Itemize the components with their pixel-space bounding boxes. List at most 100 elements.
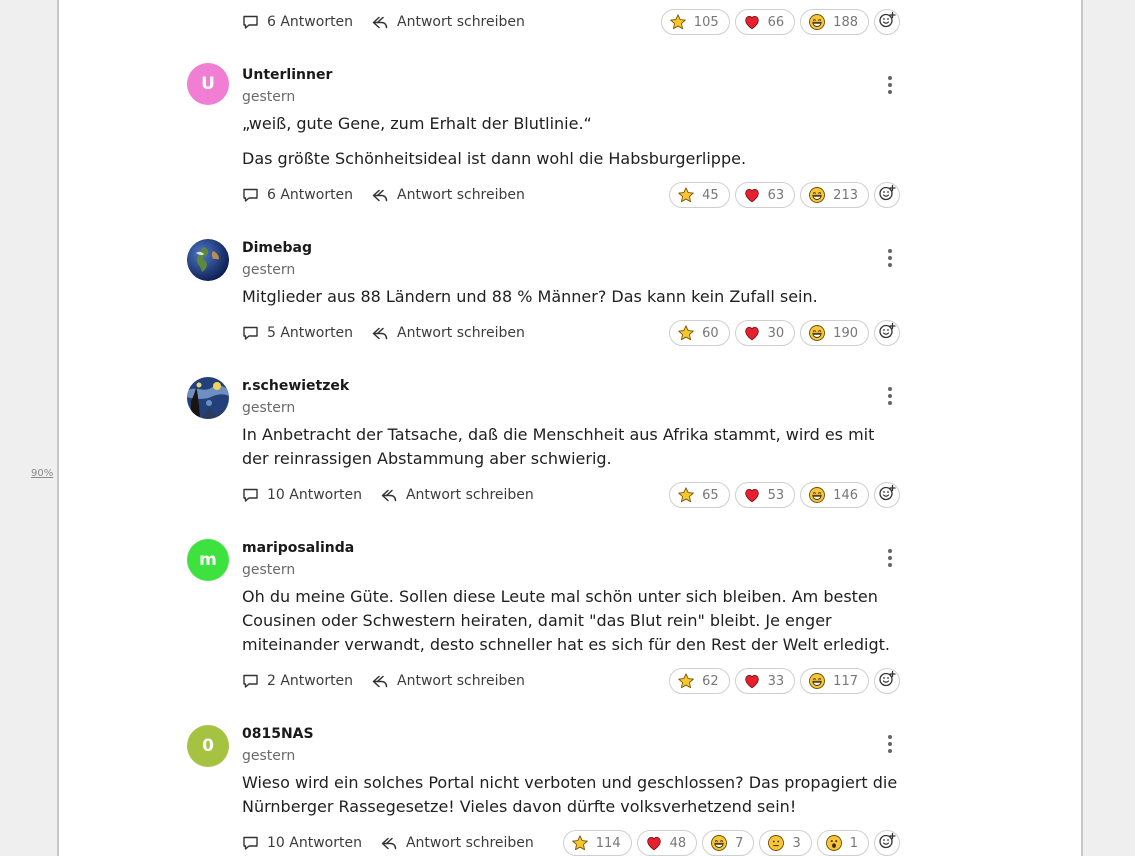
reaction-heart-button[interactable]: 63 bbox=[734, 182, 796, 208]
star-icon bbox=[677, 486, 695, 504]
comment-timestamp: gestern bbox=[242, 748, 296, 764]
reaction-grin-button[interactable]: 117 bbox=[800, 668, 869, 694]
reaction-grin-button[interactable]: 190 bbox=[800, 320, 869, 346]
replies-link[interactable]: 6 Antworten bbox=[242, 14, 353, 30]
reply-label: Antwort schreiben bbox=[405, 835, 534, 851]
avatar[interactable]: m bbox=[187, 539, 229, 581]
reaction-count: 7 bbox=[735, 835, 744, 851]
comment-author[interactable]: mariposalinda bbox=[242, 540, 354, 556]
add-reaction-button[interactable] bbox=[874, 668, 900, 694]
reaction-count: 188 bbox=[833, 14, 858, 30]
heart-icon bbox=[743, 486, 761, 504]
reply-arrow-icon bbox=[371, 188, 389, 203]
avatar[interactable]: U bbox=[187, 63, 229, 105]
add-emoji-icon bbox=[878, 322, 896, 344]
reaction-star-button[interactable]: 65 bbox=[669, 482, 730, 508]
reaction-count: 63 bbox=[767, 187, 785, 203]
reaction-heart-button[interactable]: 33 bbox=[734, 668, 796, 694]
more-options-icon[interactable] bbox=[881, 385, 899, 405]
reply-button[interactable]: Antwort schreiben bbox=[371, 325, 525, 341]
comment-text: In Anbetracht der Tatsache, daß die Mens… bbox=[242, 425, 875, 468]
comment-text: Mitglieder aus 88 Ländern und 88 % Männe… bbox=[242, 287, 818, 306]
reply-button[interactable]: Antwort schreiben bbox=[371, 14, 525, 30]
replies-count: 2 Antworten bbox=[267, 673, 354, 689]
add-reaction-button[interactable] bbox=[874, 9, 900, 35]
reaction-surprised-button[interactable]: 1 bbox=[816, 830, 869, 856]
reply-label: Antwort schreiben bbox=[397, 325, 525, 341]
comment-author[interactable]: Unterlinner bbox=[242, 67, 332, 83]
reaction-grin-button[interactable]: 188 bbox=[800, 9, 869, 35]
zoom-level-label[interactable]: 90% bbox=[31, 468, 53, 479]
more-options-icon[interactable] bbox=[881, 74, 899, 94]
avatar[interactable]: 0 bbox=[187, 725, 229, 767]
more-options-icon[interactable] bbox=[881, 247, 899, 267]
reaction-count: 30 bbox=[767, 325, 785, 341]
reaction-count: 62 bbox=[702, 673, 719, 689]
reaction-count: 105 bbox=[693, 14, 719, 30]
reply-button[interactable]: Antwort schreiben bbox=[371, 187, 525, 203]
add-reaction-button[interactable] bbox=[874, 182, 900, 208]
comment-author[interactable]: Dimebag bbox=[242, 240, 312, 256]
reaction-heart-button[interactable]: 66 bbox=[734, 9, 796, 35]
reaction-count: 45 bbox=[702, 187, 719, 203]
reaction-grin-button[interactable]: 146 bbox=[800, 482, 869, 508]
comment-bubble-icon bbox=[242, 325, 259, 341]
replies-link[interactable]: 5 Antworten bbox=[242, 325, 353, 341]
avatar[interactable] bbox=[187, 239, 229, 281]
reaction-star-button[interactable]: 114 bbox=[562, 830, 632, 856]
more-options-icon[interactable] bbox=[881, 733, 899, 753]
surprised-icon bbox=[825, 834, 843, 852]
reaction-star-button[interactable]: 105 bbox=[660, 9, 730, 35]
reply-label: Antwort schreiben bbox=[397, 673, 525, 689]
reaction-grin-button[interactable]: 213 bbox=[800, 182, 869, 208]
add-emoji-icon bbox=[878, 484, 896, 506]
reply-button[interactable]: Antwort schreiben bbox=[380, 835, 534, 851]
add-emoji-icon bbox=[878, 184, 896, 206]
reply-arrow-icon bbox=[380, 488, 398, 503]
reaction-bar: 65 53 146 bbox=[669, 482, 900, 508]
avatar[interactable] bbox=[187, 377, 229, 419]
heart-icon bbox=[743, 672, 761, 690]
add-reaction-button[interactable] bbox=[874, 830, 900, 856]
add-emoji-icon bbox=[878, 832, 896, 854]
grin-icon bbox=[808, 486, 826, 504]
reaction-star-button[interactable]: 60 bbox=[669, 320, 730, 346]
reaction-count: 66 bbox=[767, 14, 785, 30]
reaction-star-button[interactable]: 62 bbox=[669, 668, 730, 694]
heart-icon bbox=[743, 186, 761, 204]
replies-link[interactable]: 6 Antworten bbox=[242, 187, 353, 203]
replies-link[interactable]: 10 Antworten bbox=[242, 487, 362, 503]
replies-link[interactable]: 10 Antworten bbox=[242, 835, 362, 851]
replies-link[interactable]: 2 Antworten bbox=[242, 673, 353, 689]
reaction-bar: 114 48 7 3 1 bbox=[562, 830, 900, 856]
reaction-heart-button[interactable]: 53 bbox=[734, 482, 796, 508]
reply-label: Antwort schreiben bbox=[397, 187, 525, 203]
reaction-count: 213 bbox=[833, 187, 858, 203]
reaction-count: 53 bbox=[767, 487, 785, 503]
neutral-icon bbox=[767, 834, 785, 852]
reply-button[interactable]: Antwort schreiben bbox=[371, 673, 525, 689]
reaction-star-button[interactable]: 45 bbox=[669, 182, 730, 208]
comment-author[interactable]: 0815NAS bbox=[242, 726, 314, 742]
replies-count: 5 Antworten bbox=[267, 325, 354, 341]
reaction-grin-button[interactable]: 7 bbox=[702, 830, 755, 856]
star-icon bbox=[669, 13, 687, 31]
comment-author[interactable]: r.schewietzek bbox=[242, 378, 349, 394]
replies-count: 6 Antworten bbox=[267, 187, 354, 203]
add-reaction-button[interactable] bbox=[874, 482, 900, 508]
add-reaction-button[interactable] bbox=[874, 320, 900, 346]
star-icon bbox=[677, 186, 695, 204]
reaction-heart-button[interactable]: 48 bbox=[636, 830, 698, 856]
reaction-heart-button[interactable]: 30 bbox=[734, 320, 796, 346]
grin-icon bbox=[808, 324, 826, 342]
reaction-neutral-button[interactable]: 3 bbox=[759, 830, 812, 856]
add-emoji-icon bbox=[878, 11, 896, 33]
more-options-icon[interactable] bbox=[881, 547, 899, 567]
comment-timestamp: gestern bbox=[242, 562, 296, 578]
replies-count: 6 Antworten bbox=[267, 14, 354, 30]
replies-count: 10 Antworten bbox=[267, 487, 362, 503]
comment-text: Oh du meine Güte. Sollen diese Leute mal… bbox=[242, 587, 891, 654]
heart-icon bbox=[743, 13, 761, 31]
reply-button[interactable]: Antwort schreiben bbox=[380, 487, 534, 503]
comment-bubble-icon bbox=[242, 187, 259, 203]
